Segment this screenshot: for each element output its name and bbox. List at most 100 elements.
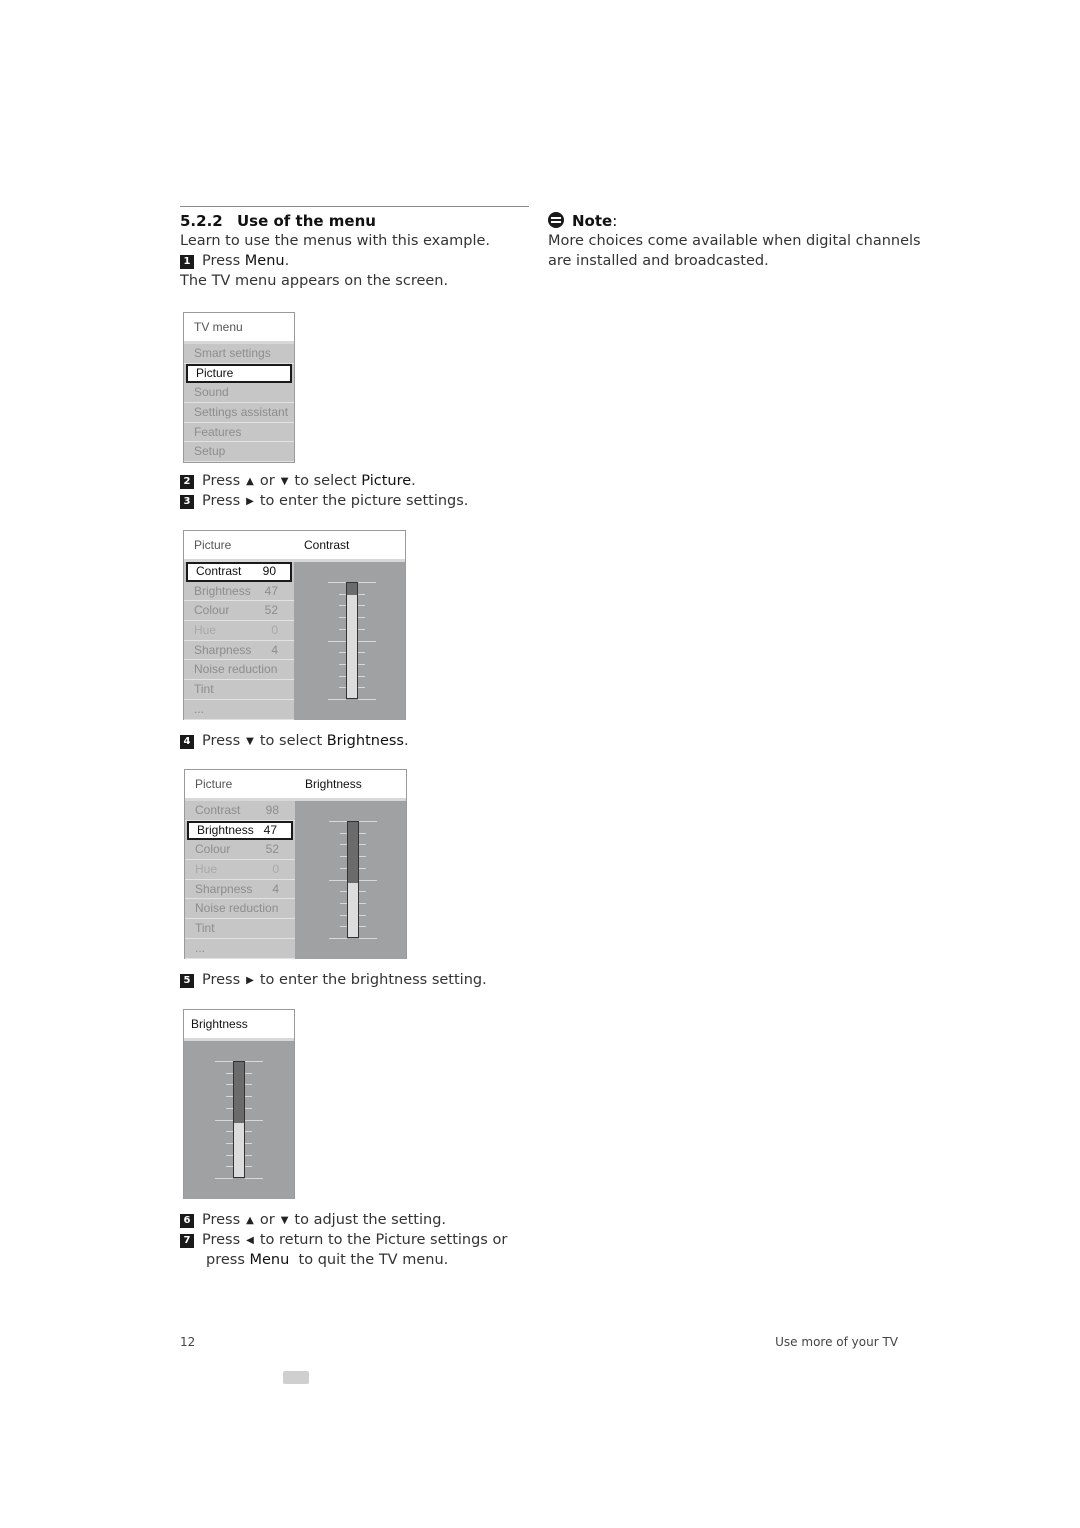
setting-value: 90 xyxy=(262,564,276,578)
tv-menu-item[interactable]: Setup xyxy=(184,442,294,463)
slider-tick xyxy=(359,891,366,892)
tv-menu-item[interactable]: Sound xyxy=(184,383,294,404)
brightness-slider-panel xyxy=(295,801,406,959)
slider-tick xyxy=(339,652,346,653)
setting-label: Colour xyxy=(195,842,231,857)
picture-setting-item[interactable]: Contrast 90 xyxy=(186,562,292,582)
picture-settings-list: Contrast 98 Brightness 47 Colour 52 Hue 0 Sharpn… xyxy=(185,801,295,959)
slider-tick xyxy=(226,1166,233,1167)
step-number-badge: 3 xyxy=(180,495,194,509)
setting-label: Hue xyxy=(195,862,218,877)
right-arrow-icon: ▶ xyxy=(246,975,254,986)
setting-label: Tint xyxy=(194,682,214,697)
picture-setting-item[interactable]: Colour 52 xyxy=(184,601,294,622)
intro-text: Learn to use the menus with this example… xyxy=(180,233,491,249)
setting-label: ... xyxy=(194,701,205,716)
slider-track[interactable] xyxy=(233,1061,245,1178)
slider-track[interactable] xyxy=(347,821,359,938)
down-arrow-icon: ▼ xyxy=(280,1215,289,1226)
note-line-2: are installed and broadcasted. xyxy=(548,253,769,269)
slider-tick xyxy=(226,1108,233,1109)
slider-tick xyxy=(215,1120,233,1121)
brightness-slider-panel xyxy=(184,1041,294,1199)
picture-menu-header: Picture Brightness xyxy=(185,770,406,801)
tv-menu-item[interactable]: Features xyxy=(184,423,294,443)
picture-setting-item[interactable]: Tint xyxy=(184,680,294,700)
picture-setting-item[interactable]: Hue 0 xyxy=(184,621,294,641)
picture-setting-item[interactable]: Sharpness 4 xyxy=(185,880,295,900)
picture-setting-item[interactable]: Colour 52 xyxy=(185,840,295,861)
step-number-badge: 4 xyxy=(180,735,194,749)
slider-tick xyxy=(358,617,365,618)
step-number-badge: 6 xyxy=(180,1214,194,1228)
tv-menu-item[interactable]: Settings assistant xyxy=(184,403,294,423)
setting-value: 98 xyxy=(265,803,279,817)
slider-tick xyxy=(245,1096,252,1097)
slider-tick xyxy=(340,868,347,869)
slider-tick xyxy=(339,605,346,606)
chapter-title: Use more of your TV xyxy=(775,1335,898,1349)
step-number-badge: 2 xyxy=(180,475,194,489)
slider-tick xyxy=(245,1166,252,1167)
slider-tick xyxy=(359,856,366,857)
section-heading: 5.2.2 Use of the menu xyxy=(180,212,376,230)
step-1: 1 Press Menu. xyxy=(180,251,289,271)
tv-menu-item[interactable]: Smart settings xyxy=(184,344,294,364)
picture-setting-item[interactable]: Contrast 98 xyxy=(185,801,295,821)
setting-label: Hue xyxy=(194,623,217,638)
step-7-continued: press Menu to quit the TV menu. xyxy=(206,1252,449,1268)
slider-tick xyxy=(340,833,347,834)
step-2: 2 Press ▲ or ▼ to select Picture. xyxy=(180,471,416,492)
setting-value: 0 xyxy=(272,862,279,877)
picture-setting-item[interactable]: Brightness 47 xyxy=(184,582,294,602)
setting-label: Noise reduction xyxy=(195,901,279,916)
step-5: 5 Press ▶ to enter the brightness setting. xyxy=(180,970,487,991)
slider-tick xyxy=(359,926,366,927)
picture-setting-item[interactable]: Hue 0 xyxy=(185,860,295,880)
picture-setting-item[interactable]: Brightness 47 xyxy=(187,820,293,841)
setting-value: 52 xyxy=(264,603,278,618)
setting-label: Brightness xyxy=(197,822,254,837)
left-arrow-icon: ◀ xyxy=(246,1235,254,1246)
slider-tick xyxy=(329,821,347,822)
slider-tick xyxy=(358,699,376,700)
picture-setting-item[interactable]: Tint xyxy=(185,919,295,939)
section-title: Use of the menu xyxy=(237,212,376,230)
step-6: 6 Press ▲ or ▼ to adjust the setting. xyxy=(180,1210,446,1231)
slider-tick xyxy=(359,844,366,845)
brightness-slider xyxy=(313,821,393,939)
slider-track[interactable] xyxy=(346,582,358,699)
picture-setting-item[interactable]: Noise reduction xyxy=(184,660,294,681)
slider-tick xyxy=(226,1073,233,1074)
slider-tick xyxy=(359,938,377,939)
slider-tick xyxy=(359,821,377,822)
slider-tick xyxy=(245,1155,252,1156)
slider-tick xyxy=(245,1061,263,1062)
tv-menu-item[interactable]: Picture xyxy=(186,363,292,384)
setting-label: Colour xyxy=(194,603,230,618)
slider-tick xyxy=(245,1084,252,1085)
contrast-slider-panel xyxy=(294,562,405,720)
picture-setting-item[interactable]: ... xyxy=(185,939,295,959)
slider-tick xyxy=(329,880,347,881)
slider-tick xyxy=(328,641,346,642)
slider-tick xyxy=(358,687,365,688)
tv-menu-screen: TV menu Smart settings Picture Sound Settin… xyxy=(183,312,295,463)
slider-tick xyxy=(359,868,366,869)
section-rule xyxy=(180,206,529,207)
picture-setting-item[interactable]: ... xyxy=(184,700,294,720)
slider-tick xyxy=(226,1084,233,1085)
setting-label: Contrast xyxy=(196,564,242,578)
picture-setting-item[interactable]: Noise reduction xyxy=(185,899,295,920)
picture-menu-contrast-screen: Picture Contrast Contrast 90 Brightness 47 Co… xyxy=(183,530,406,720)
slider-tick xyxy=(339,629,346,630)
slider-tick xyxy=(245,1073,252,1074)
picture-setting-item[interactable]: Sharpness 4 xyxy=(184,641,294,661)
slider-tick xyxy=(340,926,347,927)
slider-tick xyxy=(359,880,377,881)
slider-tick xyxy=(340,891,347,892)
slider-tick xyxy=(245,1120,263,1121)
slider-tick xyxy=(340,915,347,916)
step-7: 7 Press ◀ to return to the Picture settings… xyxy=(180,1230,507,1251)
slider-tick xyxy=(358,652,365,653)
